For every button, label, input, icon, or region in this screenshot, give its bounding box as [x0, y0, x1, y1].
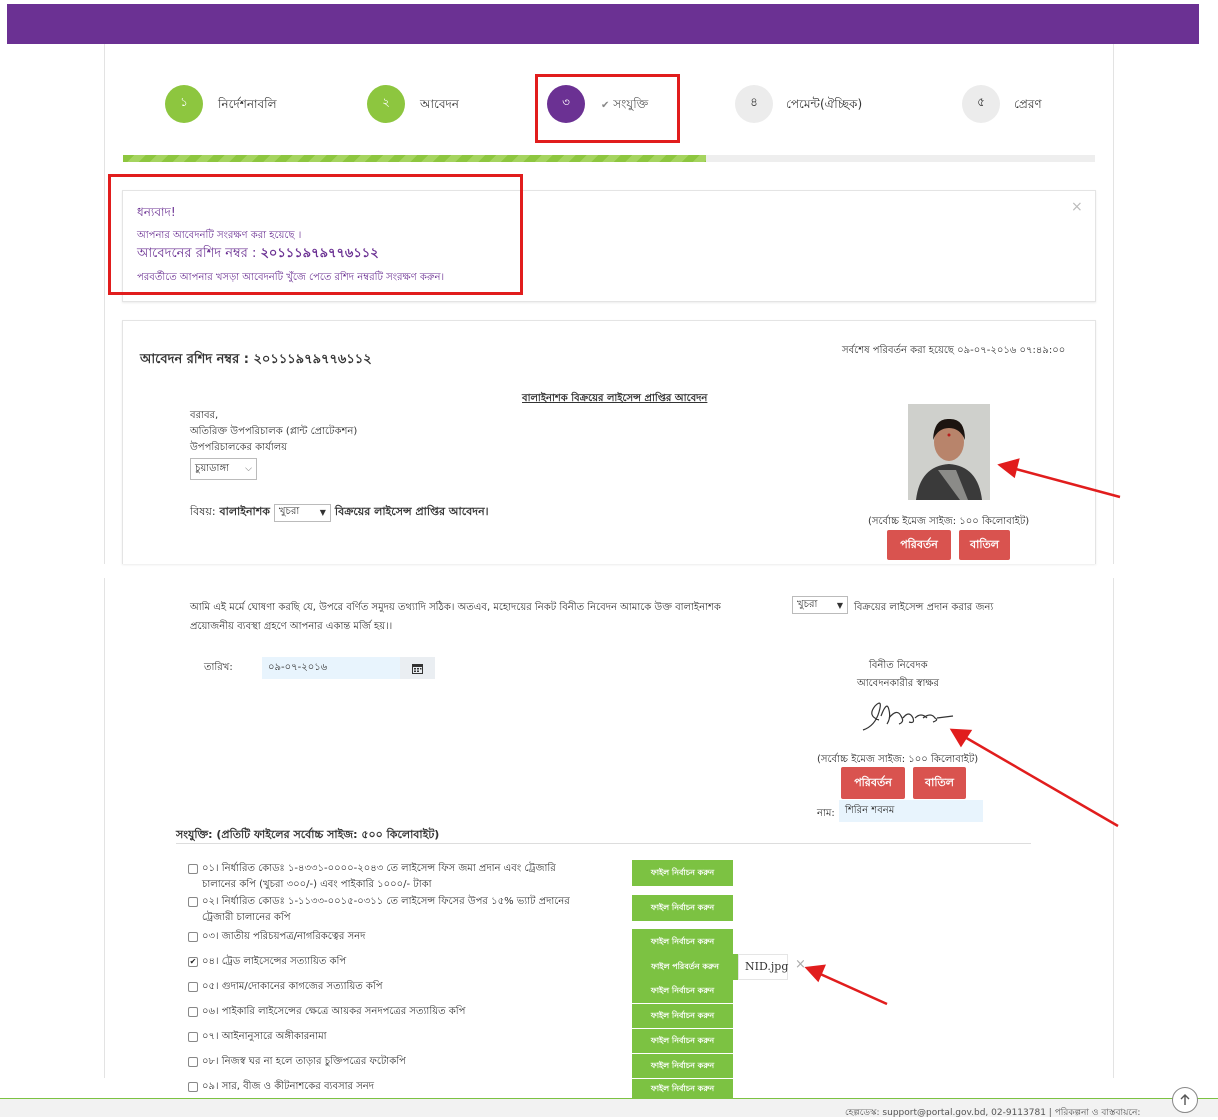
- annotation-arrow-signature: [962, 734, 1119, 828]
- annotation-arrowhead: [949, 728, 973, 748]
- annotation-arrows: [804, 458, 1121, 1006]
- annotation-arrow-file: [817, 971, 888, 1006]
- annotation-arrowhead: [804, 964, 827, 983]
- annotation-arrowhead: [997, 458, 1020, 479]
- annotation-arrow-photo: [1011, 466, 1121, 499]
